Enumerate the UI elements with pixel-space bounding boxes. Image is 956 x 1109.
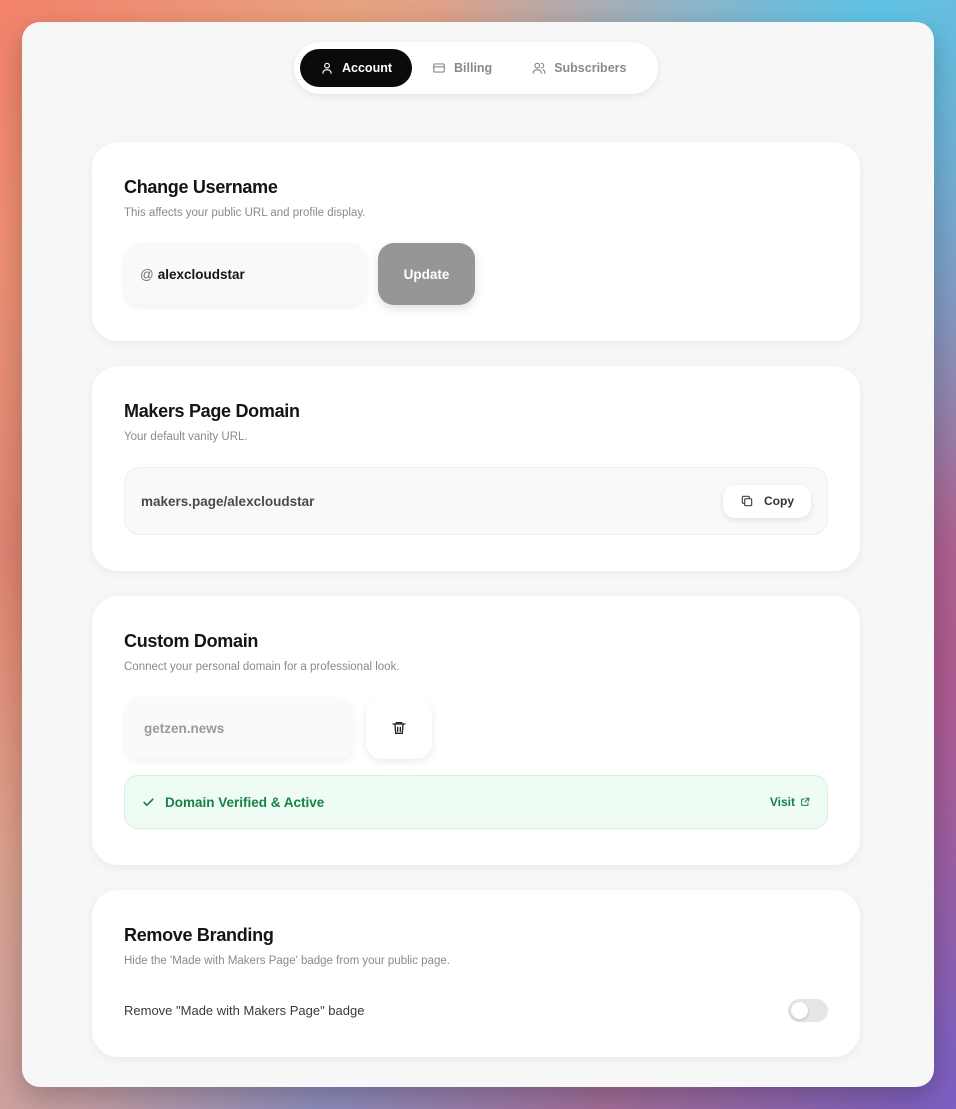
remove-branding-card: Remove Branding Hide the 'Made with Make… — [92, 890, 860, 1057]
custom-domain-input[interactable]: getzen.news — [124, 697, 354, 759]
tab-account[interactable]: Account — [300, 49, 412, 87]
external-link-icon — [801, 797, 810, 806]
users-icon — [532, 62, 546, 74]
username-value: alexcloudstar — [157, 266, 245, 282]
card-description: Hide the 'Made with Makers Page' badge f… — [124, 955, 450, 967]
check-icon — [143, 797, 154, 806]
toggle-knob — [791, 1002, 808, 1019]
trash-icon — [392, 722, 406, 734]
tab-subscribers[interactable]: Subscribers — [512, 49, 646, 87]
copy-icon — [741, 495, 753, 507]
tab-subscribers-label: Subscribers — [554, 61, 627, 75]
visit-label: Visit — [769, 795, 795, 809]
tab-billing-label: Billing — [454, 61, 493, 75]
card-title: Makers Page Domain — [124, 401, 300, 421]
username-prefix: @ — [140, 266, 154, 282]
makers-domain-card: Makers Page Domain Your default vanity U… — [92, 366, 860, 571]
vanity-url-box: makers.page/alexcloudstar Copy — [124, 467, 828, 535]
user-icon — [322, 62, 332, 74]
card-description: Connect your personal domain for a profe… — [124, 661, 400, 673]
update-button[interactable]: Update — [378, 243, 475, 305]
card-title: Change Username — [124, 177, 278, 197]
copy-label: Copy — [764, 494, 794, 508]
visit-link[interactable]: Visit — [770, 795, 810, 809]
custom-domain-card: Custom Domain Connect your personal doma… — [92, 596, 860, 865]
tab-account-label: Account — [342, 61, 392, 75]
remove-branding-toggle[interactable] — [788, 999, 828, 1022]
card-description: This affects your public URL and profile… — [124, 207, 366, 219]
domain-status-text: Domain Verified & Active — [165, 794, 325, 810]
card-title: Remove Branding — [124, 925, 274, 945]
change-username-card: Change Username This affects your public… — [92, 142, 860, 341]
copy-button[interactable]: Copy — [723, 484, 811, 518]
vanity-url: makers.page/alexcloudstar — [141, 493, 315, 509]
credit-card-icon — [433, 63, 445, 73]
settings-window: Account Billing Subscribers Change Usern… — [22, 22, 934, 1087]
delete-domain-button[interactable] — [366, 697, 432, 759]
username-input[interactable]: @ alexcloudstar — [124, 243, 366, 305]
toggle-label: Remove "Made with Makers Page" badge — [124, 1003, 365, 1018]
card-description: Your default vanity URL. — [124, 431, 248, 443]
tab-bar: Account Billing Subscribers — [294, 42, 658, 94]
domain-status-banner: Domain Verified & Active Visit — [124, 775, 828, 829]
tab-billing[interactable]: Billing — [412, 49, 512, 87]
card-title: Custom Domain — [124, 631, 259, 651]
